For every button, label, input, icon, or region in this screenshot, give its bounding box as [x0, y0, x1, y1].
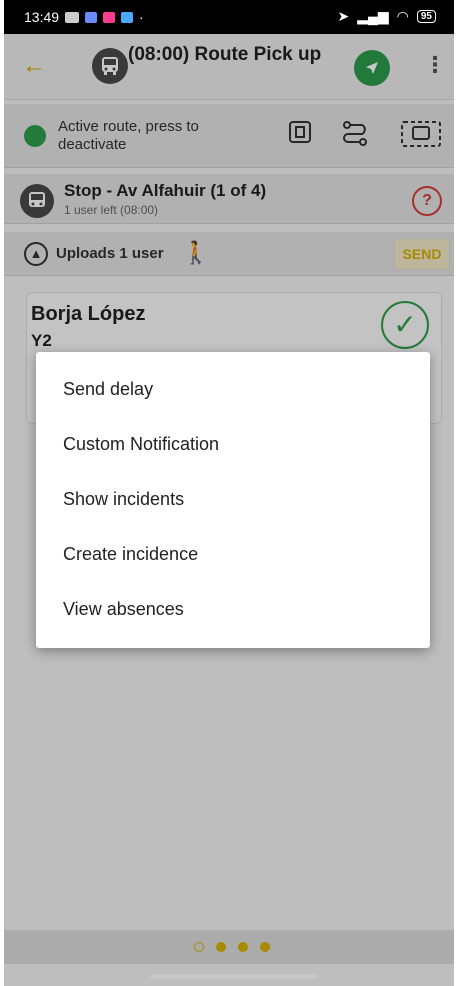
message-icon [85, 11, 98, 23]
menu-item-custom-notification[interactable]: Custom Notification [36, 417, 430, 472]
status-bar: 13:49 · ➤ ▂▄▆ ◠ 95 [4, 0, 454, 34]
dot-icon: · [139, 9, 144, 25]
battery-icon: 95 [416, 10, 436, 23]
app-icon [103, 11, 116, 23]
menu-item-show-incidents[interactable]: Show incidents [36, 472, 430, 527]
signal-icon: ▂▄▆ [357, 8, 389, 24]
wifi-icon: ◠ [396, 8, 409, 24]
screen: 13:49 · ➤ ▂▄▆ ◠ 95 ← (08:00) Route Pick … [4, 0, 454, 986]
notification-icon [65, 11, 80, 23]
menu-item-view-absences[interactable]: View absences [36, 582, 430, 637]
location-icon: ➤ [337, 8, 350, 24]
menu-item-send-delay[interactable]: Send delay [36, 362, 430, 417]
menu-item-create-incidence[interactable]: Create incidence [36, 527, 430, 582]
clock: 13:49 [24, 9, 60, 25]
overflow-menu: Send delay Custom Notification Show inci… [36, 352, 430, 648]
gallery-icon [121, 11, 134, 23]
